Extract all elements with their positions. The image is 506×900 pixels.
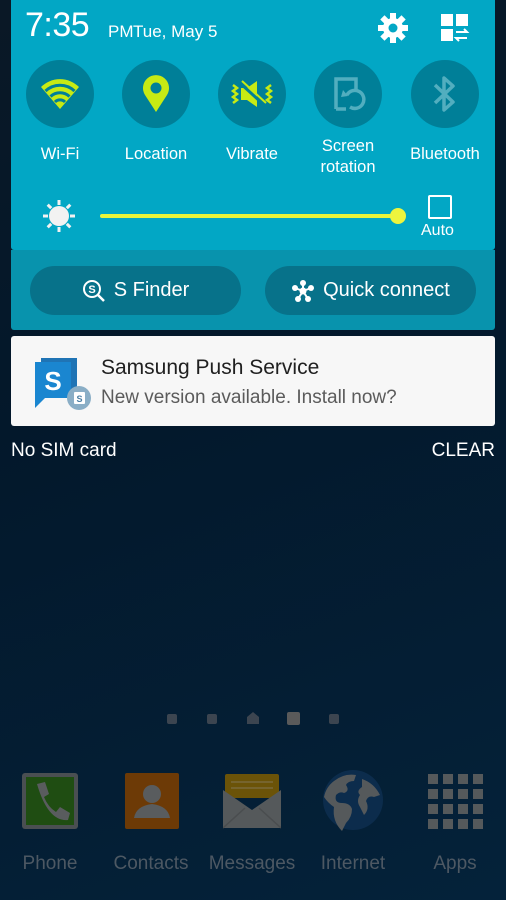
gear-icon (378, 13, 408, 43)
toggle-location-circle (122, 60, 190, 128)
toggle-screen-rotation[interactable]: Screen rotation (300, 60, 396, 178)
notification-card[interactable]: S S Samsung Push Service New version ava… (11, 336, 495, 426)
toggle-location[interactable]: Location (108, 60, 204, 165)
grid-swap-icon (441, 14, 470, 42)
carrier-label: No SIM card (11, 440, 117, 461)
notification-text: New version available. Install now? (101, 387, 397, 408)
wifi-icon (41, 79, 79, 109)
bluetooth-icon (433, 76, 455, 112)
toggle-bluetooth-label: Bluetooth (410, 145, 480, 163)
dock-messages-label: Messages (208, 853, 296, 874)
phone-icon (21, 772, 79, 830)
toggle-location-label: Location (124, 145, 188, 163)
vibrate-icon (230, 80, 274, 107)
brightness-slider-thumb[interactable] (390, 208, 406, 224)
globe-icon (323, 770, 383, 831)
clear-notifications-button[interactable]: CLEAR (432, 440, 495, 462)
svg-text:S: S (88, 284, 95, 296)
dock-internet[interactable]: Internet (303, 770, 403, 875)
action-buttons-panel: S S Finder Quick connect (11, 250, 495, 330)
quick-settings-panel: 7:35 PM Tue, May 5 Wi-Fi Location Vibrat… (11, 0, 495, 250)
toggle-vibrate[interactable]: Vibrate (204, 60, 300, 165)
toggle-bluetooth-circle (411, 60, 479, 128)
dock-phone-label: Phone (22, 853, 78, 874)
settings-button[interactable] (375, 10, 411, 46)
toggle-screen-rotation-label-line1: Screen (321, 137, 375, 155)
toggle-wifi-circle (26, 60, 94, 128)
contacts-icon (122, 772, 180, 830)
dock-apps-label: Apps (433, 853, 477, 874)
toggle-wifi-label: Wi-Fi (40, 145, 80, 163)
toggle-vibrate-circle (218, 60, 286, 128)
toggle-bluetooth[interactable]: Bluetooth (397, 60, 493, 165)
brightness-slider[interactable] (100, 214, 398, 218)
auto-brightness-checkbox[interactable] (428, 195, 452, 219)
quick-connect-button[interactable]: Quick connect (265, 266, 476, 315)
toggle-wifi[interactable]: Wi-Fi (12, 60, 108, 165)
samsung-push-service-icon: S S (35, 356, 95, 416)
apps-grid-icon (426, 772, 484, 830)
home-page-indicator (0, 712, 506, 726)
s-finder-button[interactable]: S S Finder (30, 266, 241, 315)
dock-internet-label: Internet (320, 853, 386, 874)
toggle-screen-rotation-circle (314, 60, 382, 128)
s-finder-search-icon: S (82, 279, 105, 302)
page-dot-5[interactable] (329, 714, 339, 724)
quick-connect-label: Quick connect (323, 279, 450, 301)
page-dot-2[interactable] (207, 714, 217, 724)
screen-rotation-icon (334, 77, 366, 111)
location-pin-icon (143, 75, 169, 112)
page-dot-4-active[interactable] (287, 712, 300, 725)
brightness-sun-icon (41, 198, 77, 234)
clock-time: 7:35 (25, 6, 90, 44)
notification-title: Samsung Push Service (101, 356, 320, 379)
home-page-icon[interactable] (247, 712, 259, 724)
quick-connect-icon (292, 279, 315, 302)
edit-toggles-button[interactable] (437, 10, 473, 46)
clock-ampm: PM (108, 22, 134, 41)
auto-brightness-label: Auto (421, 222, 454, 239)
dock-messages[interactable]: Messages (202, 772, 302, 875)
page-dot-1[interactable] (167, 714, 177, 724)
dock-contacts-label: Contacts (113, 853, 189, 874)
dock-phone[interactable]: Phone (0, 772, 100, 875)
date-label: Tue, May 5 (133, 22, 218, 41)
dock-contacts[interactable]: Contacts (101, 772, 201, 875)
toggle-screen-rotation-label: Screen rotation (300, 136, 396, 178)
toggle-screen-rotation-label-line2: rotation (320, 158, 376, 176)
toggle-vibrate-label: Vibrate (226, 145, 278, 163)
svg-text:S: S (44, 366, 61, 396)
dock-apps[interactable]: Apps (405, 772, 505, 875)
svg-text:S: S (76, 394, 82, 404)
messages-icon (222, 772, 282, 830)
s-finder-label: S Finder (113, 279, 190, 301)
